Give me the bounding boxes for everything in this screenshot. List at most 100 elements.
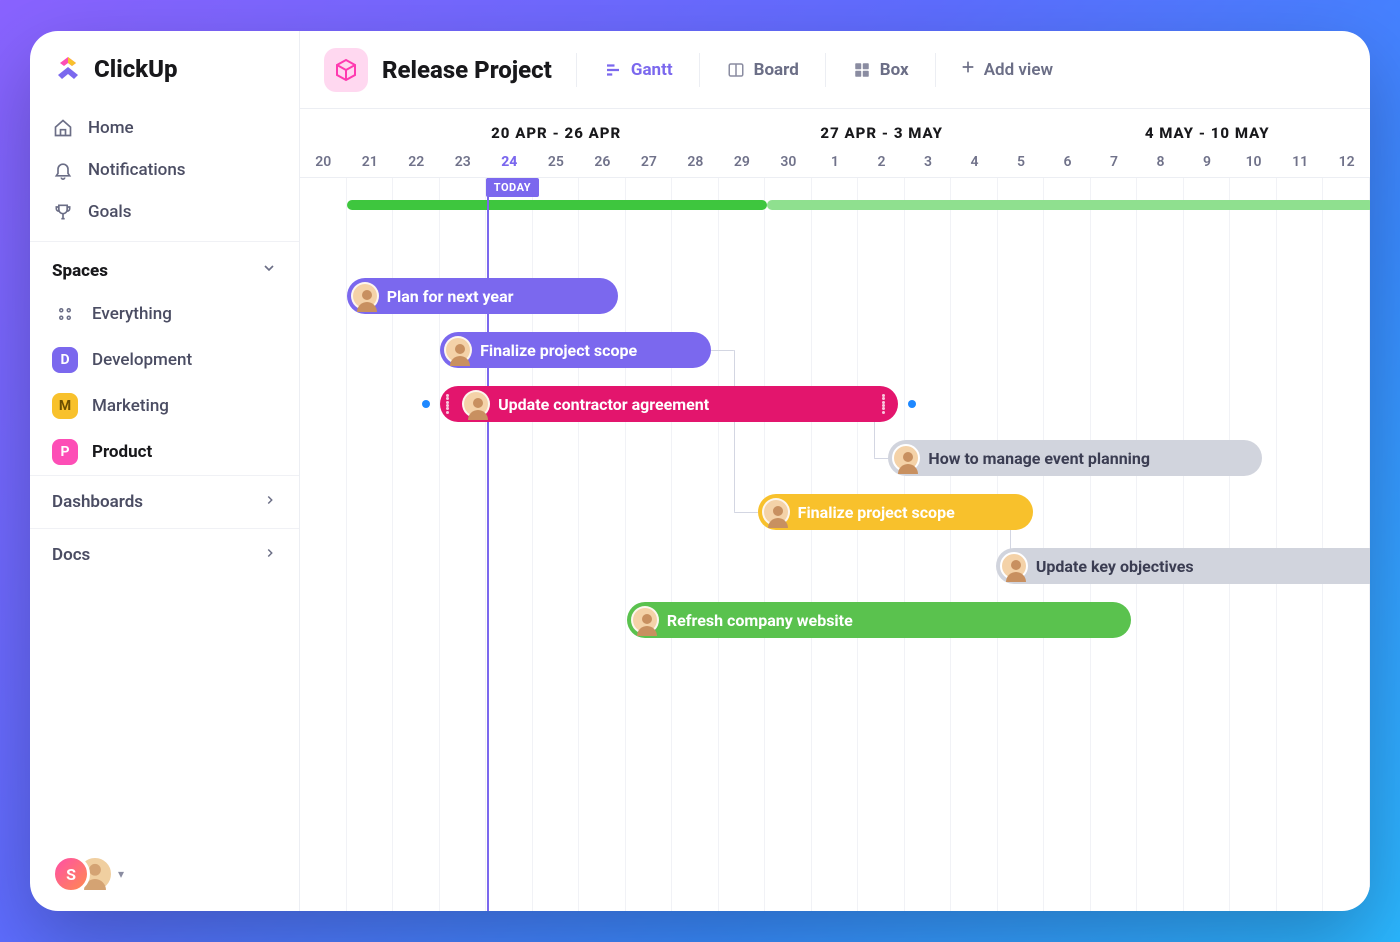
space-product[interactable]: P Product (30, 429, 299, 475)
week-range-label: 27 APR - 3 MAY (719, 123, 1045, 142)
task-label: Finalize project scope (480, 341, 637, 360)
day-column-label: 25 (533, 154, 580, 170)
add-view-label: Add view (984, 60, 1053, 80)
task-bar[interactable]: Update contractor agreement (440, 386, 898, 422)
nav-label: Home (88, 118, 134, 138)
day-column-label: 10 (1230, 154, 1277, 170)
task-bar[interactable]: Update key objectives (996, 548, 1370, 584)
task-label: Update contractor agreement (498, 395, 709, 414)
cube-icon (324, 48, 368, 92)
brand-name: ClickUp (94, 55, 178, 83)
day-column-label: 27 (626, 154, 673, 170)
summary-progress-bar (347, 200, 767, 210)
nav-home[interactable]: Home (30, 107, 299, 149)
menu-dashboards[interactable]: Dashboards (30, 475, 299, 528)
week-range-label: 20 APR - 26 APR (393, 123, 719, 142)
assignee-avatar (462, 390, 490, 418)
assignee-avatar (762, 498, 790, 526)
gantt-chart[interactable]: TODAY Plan for next year Finalize project … (300, 178, 1370, 911)
day-column-label: 5 (998, 154, 1045, 170)
task-bar[interactable]: Refresh company website (627, 602, 1131, 638)
day-column-label: 20 (300, 154, 347, 170)
chevron-right-icon (263, 545, 277, 565)
caret-down-icon: ▾ (118, 867, 124, 881)
space-label: Everything (92, 304, 172, 324)
task-label: Update key objectives (1036, 557, 1194, 576)
day-column-label: 24 (486, 154, 533, 170)
day-column-label: 11 (1277, 154, 1324, 170)
nav-notifications[interactable]: Notifications (30, 149, 299, 191)
divider (935, 53, 936, 87)
space-marketing[interactable]: M Marketing (30, 383, 299, 429)
day-column-label: 29 (719, 154, 766, 170)
today-badge: TODAY (486, 178, 539, 197)
week-range-label: 4 MAY - 10 MAY (1044, 123, 1370, 142)
menu-docs[interactable]: Docs (30, 528, 299, 581)
day-column-label: 26 (579, 154, 626, 170)
nav-goals[interactable]: Goals (30, 191, 299, 233)
space-badge-marketing: M (52, 393, 78, 419)
space-development[interactable]: D Development (30, 337, 299, 383)
project-title: Release Project (382, 56, 552, 84)
day-column-label: 7 (1091, 154, 1138, 170)
nav-label: Notifications (88, 160, 186, 180)
user-menu[interactable]: S ▾ (30, 855, 299, 893)
task-label: How to manage event planning (928, 449, 1150, 468)
trophy-icon (52, 201, 74, 223)
task-bar[interactable]: How to manage event planning (888, 440, 1262, 476)
view-label: Board (754, 60, 799, 80)
spaces-header[interactable]: Spaces (30, 241, 299, 291)
chevron-down-icon (261, 260, 277, 281)
dependency-connector (711, 350, 734, 351)
day-column-label: 21 (347, 154, 394, 170)
sidebar: ClickUp Home Notifications Goals (30, 31, 300, 911)
view-box[interactable]: Box (840, 54, 921, 86)
chevron-right-icon (263, 492, 277, 512)
brand-logo[interactable]: ClickUp (30, 53, 299, 99)
day-column-label: 1 (812, 154, 859, 170)
menu-label: Docs (52, 545, 90, 565)
divider (699, 53, 700, 87)
space-label: Development (92, 350, 192, 370)
space-label: Product (92, 442, 152, 462)
day-column-label: 28 (672, 154, 719, 170)
space-badge-development: D (52, 347, 78, 373)
task-bar[interactable]: Finalize project scope (758, 494, 1034, 530)
spaces-header-label: Spaces (52, 261, 108, 281)
day-column-label: 2 (858, 154, 905, 170)
space-badge-product: P (52, 439, 78, 465)
day-column-label: 22 (393, 154, 440, 170)
gantt-icon (603, 60, 623, 80)
box-grid-icon (852, 60, 872, 80)
drag-handle-icon[interactable] (882, 394, 892, 414)
view-board[interactable]: Board (714, 54, 811, 86)
drag-handle-icon[interactable] (446, 394, 456, 414)
task-bar[interactable]: Plan for next year (347, 278, 618, 314)
clickup-logo-icon (52, 53, 84, 85)
space-everything[interactable]: Everything (30, 291, 299, 337)
task-label: Refresh company website (667, 611, 853, 630)
task-bar[interactable]: Finalize project scope (440, 332, 711, 368)
day-column-label: 4 (951, 154, 998, 170)
user-avatar-initial: S (52, 855, 90, 893)
assignee-avatar (444, 336, 472, 364)
dependency-connector (734, 512, 757, 513)
assignee-avatar (631, 606, 659, 634)
view-label: Gantt (631, 60, 673, 80)
day-column-label: 8 (1137, 154, 1184, 170)
dependency-dot[interactable] (908, 400, 916, 408)
task-label: Plan for next year (387, 287, 514, 306)
day-column-label: 6 (1044, 154, 1091, 170)
space-label: Marketing (92, 396, 169, 416)
view-gantt[interactable]: Gantt (591, 54, 685, 86)
menu-label: Dashboards (52, 492, 143, 512)
divider (825, 53, 826, 87)
add-view-button[interactable]: Add view (950, 53, 1063, 86)
divider (576, 53, 577, 87)
day-column-label: 9 (1184, 154, 1231, 170)
main-panel: Release Project Gantt Board Box (300, 31, 1370, 911)
assignee-avatar (351, 282, 379, 310)
grid-dots-icon (52, 301, 78, 327)
day-column-label: 3 (905, 154, 952, 170)
bell-icon (52, 159, 74, 181)
